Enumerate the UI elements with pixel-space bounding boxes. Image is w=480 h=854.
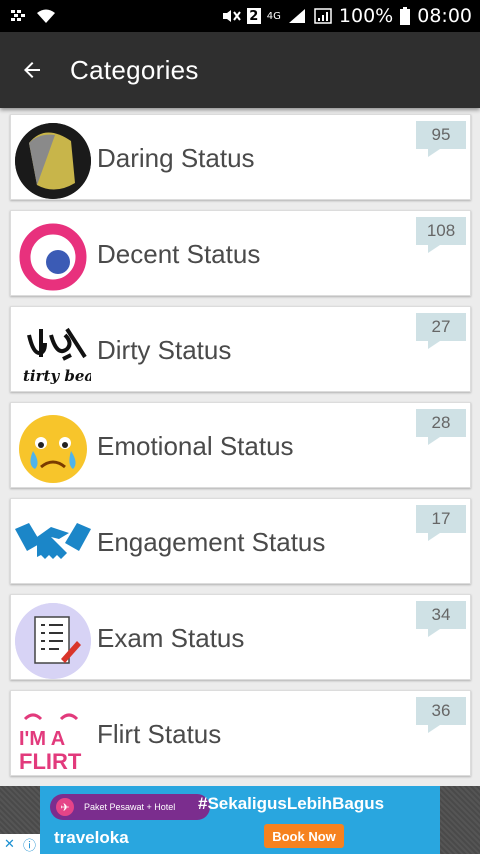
sim-icon: 2 xyxy=(246,8,261,24)
svg-text:I'M A: I'M A xyxy=(19,728,65,750)
count-badge: 17 xyxy=(416,505,466,541)
category-list: Daring Status 95 Decent Status 108 tirty… xyxy=(0,108,480,786)
count-badge: 108 xyxy=(416,217,466,253)
daring-avatar-icon xyxy=(15,123,91,199)
battery-icon xyxy=(399,7,411,25)
list-item[interactable]: Emotional Status 28 xyxy=(10,402,471,488)
ad-banner[interactable]: ✈ Paket Pesawat + Hotel #SekaligusLebihB… xyxy=(0,786,480,854)
book-now-button[interactable]: Book Now xyxy=(264,824,344,848)
ad-controls: ✕ ⓘ xyxy=(0,834,40,854)
back-arrow-icon xyxy=(24,62,40,78)
status-bar: 2 4G 100% 08:00 xyxy=(0,0,480,32)
category-name: Decent Status xyxy=(97,238,261,269)
list-item[interactable]: Daring Status 95 xyxy=(10,114,471,200)
handshake-icon xyxy=(15,507,91,583)
ad-close-icon[interactable]: ✕ xyxy=(4,836,15,852)
category-name: Emotional Status xyxy=(97,430,294,461)
crying-emoji-icon xyxy=(15,411,91,487)
back-button[interactable] xyxy=(0,32,64,108)
list-item[interactable]: I'M A FLIRT Flirt Status 36 xyxy=(10,690,471,776)
plane-icon: ✈ xyxy=(56,798,74,816)
count-badge: 95 xyxy=(416,121,466,157)
app-toolbar: Categories xyxy=(0,32,480,108)
mute-icon xyxy=(221,7,241,25)
dirty-beat-logo-icon: tirty beat xyxy=(15,315,91,391)
signal-icon xyxy=(287,7,307,25)
category-name: Flirt Status xyxy=(97,718,222,749)
count-badge: 27 xyxy=(416,313,466,349)
battery-percent: 100% xyxy=(338,5,394,27)
ad-promo-text: Paket Pesawat + Hotel xyxy=(84,802,176,812)
ad-hashtag: #SekaligusLebihBagus xyxy=(198,794,385,813)
list-item[interactable]: Exam Status 34 xyxy=(10,594,471,680)
decent-ring-icon xyxy=(15,219,91,295)
svg-text:tirty beat: tirty beat xyxy=(23,367,91,385)
svg-text:FLIRT: FLIRT xyxy=(19,749,82,774)
list-item[interactable]: Decent Status 108 xyxy=(10,210,471,296)
category-name: Exam Status xyxy=(97,622,245,653)
count-badge: 34 xyxy=(416,601,466,637)
ad-creative[interactable]: ✈ Paket Pesawat + Hotel #SekaligusLebihB… xyxy=(40,786,440,854)
category-name: Dirty Status xyxy=(97,334,232,365)
clock: 08:00 xyxy=(417,5,472,27)
count-badge: 28 xyxy=(416,409,466,445)
ad-promo-pill: ✈ Paket Pesawat + Hotel xyxy=(50,794,210,820)
category-name: Daring Status xyxy=(97,142,255,173)
signal-icon-2 xyxy=(313,7,333,25)
network-type-label: 4G xyxy=(266,10,281,22)
checklist-icon xyxy=(15,603,91,679)
im-a-flirt-icon: I'M A FLIRT xyxy=(15,699,91,775)
count-badge: 36 xyxy=(416,697,466,733)
category-name: Engagement Status xyxy=(97,526,326,557)
ad-brand-logo: traveloka xyxy=(54,828,129,847)
wifi-icon xyxy=(36,7,56,25)
list-item[interactable]: tirty beat Dirty Status 27 xyxy=(10,306,471,392)
bbm-icon xyxy=(8,7,28,25)
list-item[interactable]: Engagement Status 17 xyxy=(10,498,471,584)
ad-info-icon[interactable]: ⓘ xyxy=(23,835,36,854)
page-title: Categories xyxy=(70,54,199,85)
